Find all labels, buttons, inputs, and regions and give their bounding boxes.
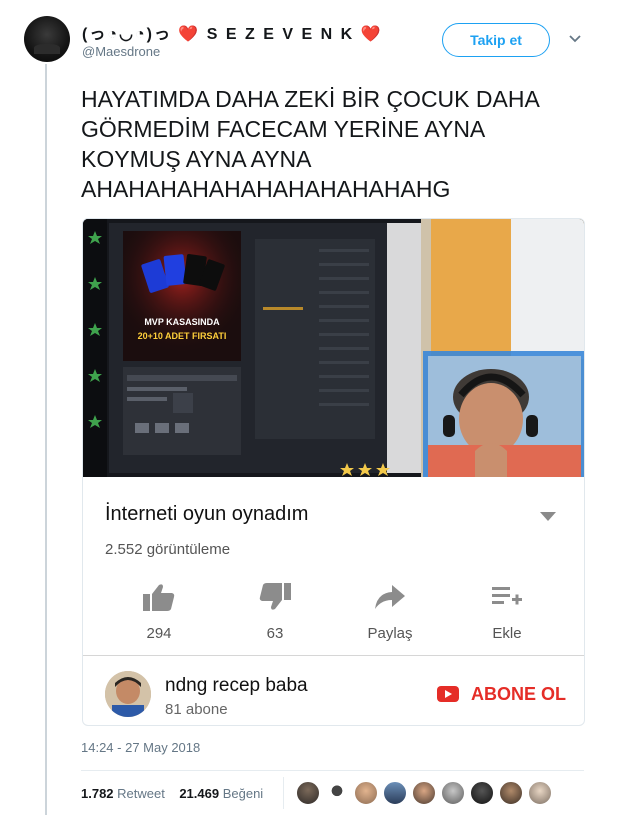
liker-avatars: [296, 781, 557, 807]
channel-name[interactable]: ndng recep baba: [165, 675, 308, 697]
thumbs-down-icon: [230, 579, 320, 615]
promo-line-1: MVP KASASINDA: [144, 317, 220, 327]
retweet-label: Retweet: [117, 786, 165, 801]
subscribe-label: ABONE OL: [471, 683, 567, 704]
share-button[interactable]: Paylaş: [345, 579, 435, 642]
author-avatar[interactable]: [24, 16, 70, 62]
liker-avatar[interactable]: [470, 781, 494, 805]
thread-line: [45, 64, 47, 815]
share-icon: [345, 579, 435, 615]
expand-arrow-icon[interactable]: [539, 509, 557, 521]
tweet-text: HAYATIMDA DAHA ZEKİ BİR ÇOCUK DAHA GÖRME…: [81, 86, 539, 202]
chevron-down-icon[interactable]: [564, 28, 586, 50]
youtube-logo-icon: [437, 686, 459, 702]
like-button[interactable]: 294: [114, 579, 204, 642]
dislike-count: 63: [266, 625, 284, 642]
channel-avatar[interactable]: [105, 671, 151, 717]
author-handle[interactable]: @Maesdrone: [82, 44, 160, 59]
like-count: 294: [146, 625, 172, 642]
liker-avatar[interactable]: [528, 781, 552, 805]
tweet-stats: 1.782 Retweet 21.469 Beğeni: [81, 786, 263, 801]
card-divider: [83, 655, 584, 656]
like-label: Beğeni: [222, 786, 264, 801]
liker-avatar[interactable]: [412, 781, 436, 805]
tweet-header: (っ◔◡◔)っ ❤️ S E Z E V E N K ❤️ @Maesdrone…: [24, 14, 594, 70]
add-label: Ekle: [492, 625, 522, 642]
channel-subscribers: 81 abone: [165, 701, 228, 718]
share-label: Paylaş: [367, 625, 413, 642]
promo-line-2: 20+10 ADET FIRSATI: [138, 331, 227, 341]
like-stat[interactable]: 21.469 Beğeni: [179, 786, 263, 801]
liker-avatar[interactable]: [441, 781, 465, 805]
dislike-button[interactable]: 63: [230, 579, 320, 642]
tweet-timestamp[interactable]: 14:24 - 27 May 2018: [81, 740, 200, 755]
view-count: 2.552 görüntüleme: [105, 541, 231, 558]
video-thumbnail[interactable]: MVP KASASINDA 20+10 ADET FIRSATI: [83, 219, 584, 477]
thumbs-up-icon: [114, 579, 204, 615]
retweet-count: 1.782: [81, 786, 114, 801]
follow-button[interactable]: Takip et: [442, 23, 550, 57]
youtube-card[interactable]: MVP KASASINDA 20+10 ADET FIRSATI İnterne…: [82, 218, 585, 726]
video-title[interactable]: İnterneti oyun oynadım: [105, 503, 308, 526]
liker-avatar[interactable]: [325, 781, 349, 805]
liker-avatar[interactable]: [383, 781, 407, 805]
liker-avatar[interactable]: [499, 781, 523, 805]
liker-avatar[interactable]: [296, 781, 320, 805]
author-display-name[interactable]: (っ◔◡◔)っ ❤️ S E Z E V E N K ❤️: [82, 20, 383, 44]
stats-separator: [283, 777, 284, 809]
retweet-stat[interactable]: 1.782 Retweet: [81, 786, 165, 801]
add-to-playlist-button[interactable]: Ekle: [462, 579, 552, 642]
subscribe-button[interactable]: ABONE OL: [437, 681, 566, 707]
liker-avatar[interactable]: [354, 781, 378, 805]
add-to-playlist-icon: [462, 579, 552, 615]
like-count-total: 21.469: [179, 786, 220, 801]
stats-divider: [81, 770, 584, 771]
